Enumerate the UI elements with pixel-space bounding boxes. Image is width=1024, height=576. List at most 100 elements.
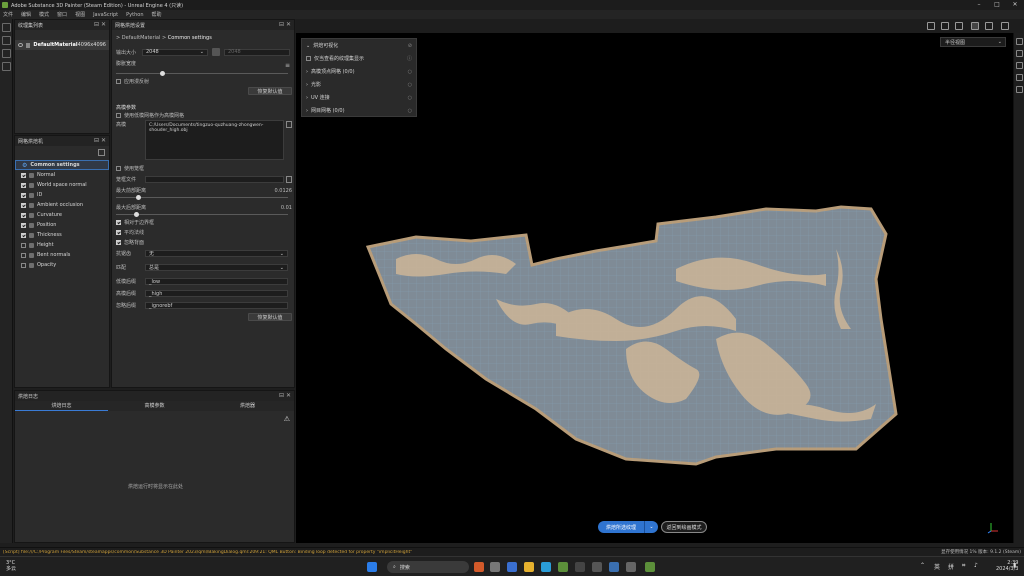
- ignore-suffix-input[interactable]: _ignorebf: [145, 302, 288, 309]
- max-frontal-value[interactable]: 0.0126: [275, 188, 293, 194]
- texture-set-icon[interactable]: [1016, 74, 1023, 81]
- trash-icon[interactable]: [2, 49, 11, 58]
- close-icon[interactable]: ⊟ ✕: [94, 21, 106, 28]
- menu-item-mesh[interactable]: › 网目网格 (0/0) ○: [302, 104, 416, 117]
- baker-item-common-settings[interactable]: ⚙ Common settings: [15, 160, 109, 170]
- checkbox[interactable]: [21, 212, 26, 218]
- app-icon[interactable]: [592, 562, 602, 572]
- checkbox[interactable]: [306, 56, 311, 61]
- chevron-up-icon[interactable]: ⌃: [920, 562, 925, 569]
- highpoly-suffix-input[interactable]: _high: [145, 290, 288, 297]
- menu-mode[interactable]: 模式: [39, 11, 49, 18]
- baker-item-thickness[interactable]: Thickness: [15, 230, 109, 240]
- toggle-icon[interactable]: ○: [408, 82, 412, 88]
- warning-icon[interactable]: ⚠: [284, 415, 290, 423]
- network-icon[interactable]: ⌗: [962, 562, 965, 570]
- taskbar-search[interactable]: ⌕ 搜索: [387, 561, 469, 573]
- dilation-slider-knob[interactable]: [160, 71, 165, 76]
- baker-item-id[interactable]: ID: [15, 190, 109, 200]
- properties-icon[interactable]: [1016, 62, 1023, 69]
- max-frontal-slider-knob[interactable]: [136, 195, 141, 200]
- lock-icon[interactable]: [212, 48, 220, 56]
- eye-icon[interactable]: [18, 43, 23, 47]
- history-icon[interactable]: [1016, 86, 1023, 93]
- camera-icon[interactable]: [955, 22, 963, 30]
- antialias-select[interactable]: 无 ⌄: [145, 250, 288, 257]
- average-normals-row[interactable]: 平均法线: [116, 229, 144, 236]
- camera-view-select[interactable]: 半径视图 ⌄: [940, 37, 1006, 47]
- reset-defaults-button[interactable]: 恢复默认值: [248, 87, 292, 95]
- checkbox[interactable]: [21, 222, 26, 228]
- menu-view[interactable]: 视图: [75, 11, 85, 18]
- breadcrumb-root[interactable]: DefaultMaterial: [122, 35, 161, 41]
- maximize-icon[interactable]: □: [988, 0, 1006, 10]
- app-icon[interactable]: [626, 562, 636, 572]
- output-size-select[interactable]: 2048 ⌄: [142, 48, 208, 56]
- baker-item-bent-normals[interactable]: Bent normals: [15, 250, 109, 260]
- max-rear-slider-knob[interactable]: [134, 212, 139, 217]
- menu-item-uv[interactable]: › UV 连接 ○: [302, 91, 416, 104]
- close-icon[interactable]: ⊟ ✕: [279, 21, 291, 28]
- tab-high-poly[interactable]: 高模参数: [108, 401, 201, 411]
- baker-item-position[interactable]: Position: [15, 220, 109, 230]
- menu-edit[interactable]: 编辑: [21, 11, 31, 18]
- menu-window[interactable]: 窗口: [57, 11, 67, 18]
- max-frontal-slider[interactable]: [116, 195, 288, 200]
- app-icon[interactable]: [490, 562, 500, 572]
- app-icon[interactable]: [474, 562, 484, 572]
- render-icon[interactable]: [941, 22, 949, 30]
- checkbox[interactable]: [116, 230, 121, 235]
- dilation-slider[interactable]: [116, 71, 288, 76]
- texture-set-row[interactable]: DefaultMaterial 4096x4096: [15, 40, 109, 50]
- menu-item-high-poly[interactable]: › 高模顶点网格 (0/0) ○: [302, 65, 416, 78]
- checkbox[interactable]: [116, 113, 121, 118]
- checkbox[interactable]: [116, 79, 121, 84]
- substance-painter-active-icon[interactable]: [645, 562, 655, 572]
- info-icon[interactable]: ⓘ: [407, 55, 412, 62]
- menu-item-show-current[interactable]: 仅当查看的纹理集显示 ⓘ: [302, 52, 416, 65]
- cage-file-field[interactable]: [145, 176, 284, 183]
- menu-file[interactable]: 文件: [3, 11, 13, 18]
- ignore-backface-row[interactable]: 忽略背面: [116, 239, 144, 246]
- layers-icon[interactable]: [1016, 50, 1023, 57]
- baker-item-opacity[interactable]: Opacity: [15, 260, 109, 270]
- tab-bake-log[interactable]: 烘焙日志: [15, 401, 108, 411]
- baker-item-curvature[interactable]: Curvature: [15, 210, 109, 220]
- checkbox[interactable]: [21, 182, 26, 188]
- brush-icon[interactable]: [985, 22, 993, 30]
- close-icon[interactable]: ⊟ ✕: [94, 137, 106, 144]
- checkbox[interactable]: [21, 172, 26, 178]
- tab-baker[interactable]: 烘焙器: [201, 401, 294, 411]
- file-explorer-icon[interactable]: [524, 562, 534, 572]
- close-icon[interactable]: ✕: [1006, 0, 1024, 10]
- toggle-icon[interactable]: ○: [408, 69, 412, 75]
- substance-painter-icon[interactable]: [558, 562, 568, 572]
- relative-row[interactable]: 相对于边界框: [116, 219, 154, 226]
- start-icon[interactable]: [367, 562, 377, 572]
- app-icon[interactable]: [575, 562, 585, 572]
- menu-icon[interactable]: [98, 149, 105, 156]
- chevron-down-icon[interactable]: ⌄: [644, 521, 658, 533]
- notification-icon[interactable]: ▮: [1013, 562, 1016, 569]
- app-icon[interactable]: [609, 562, 619, 572]
- reset-defaults-button-2[interactable]: 恢复默认值: [248, 313, 292, 321]
- baker-item-world-normal[interactable]: World space normal: [15, 180, 109, 190]
- lowpoly-suffix-input[interactable]: _low: [145, 278, 288, 285]
- checkbox[interactable]: [21, 262, 26, 268]
- bake-mode-icon[interactable]: [971, 22, 979, 30]
- checkbox[interactable]: [116, 240, 121, 245]
- minimize-icon[interactable]: –: [970, 0, 988, 10]
- language-indicator[interactable]: 英: [934, 562, 940, 571]
- max-rear-value[interactable]: 0.01: [281, 205, 292, 211]
- menu-python[interactable]: Python: [126, 12, 143, 18]
- file-icon[interactable]: [286, 176, 292, 183]
- document-icon[interactable]: [2, 62, 11, 71]
- checkbox[interactable]: [21, 252, 26, 258]
- mesh-path-field[interactable]: C:/Users/Documents/tingzuo-quzhuang-zhon…: [145, 120, 284, 160]
- use-cage-row[interactable]: 使用笼框: [116, 165, 144, 172]
- menu-icon[interactable]: ≡: [285, 62, 290, 69]
- ime-indicator[interactable]: 拼: [948, 562, 954, 571]
- apply-diffusion-row[interactable]: 应用漫反射: [116, 78, 149, 85]
- layers-icon[interactable]: [2, 36, 11, 45]
- checkbox[interactable]: [21, 232, 26, 238]
